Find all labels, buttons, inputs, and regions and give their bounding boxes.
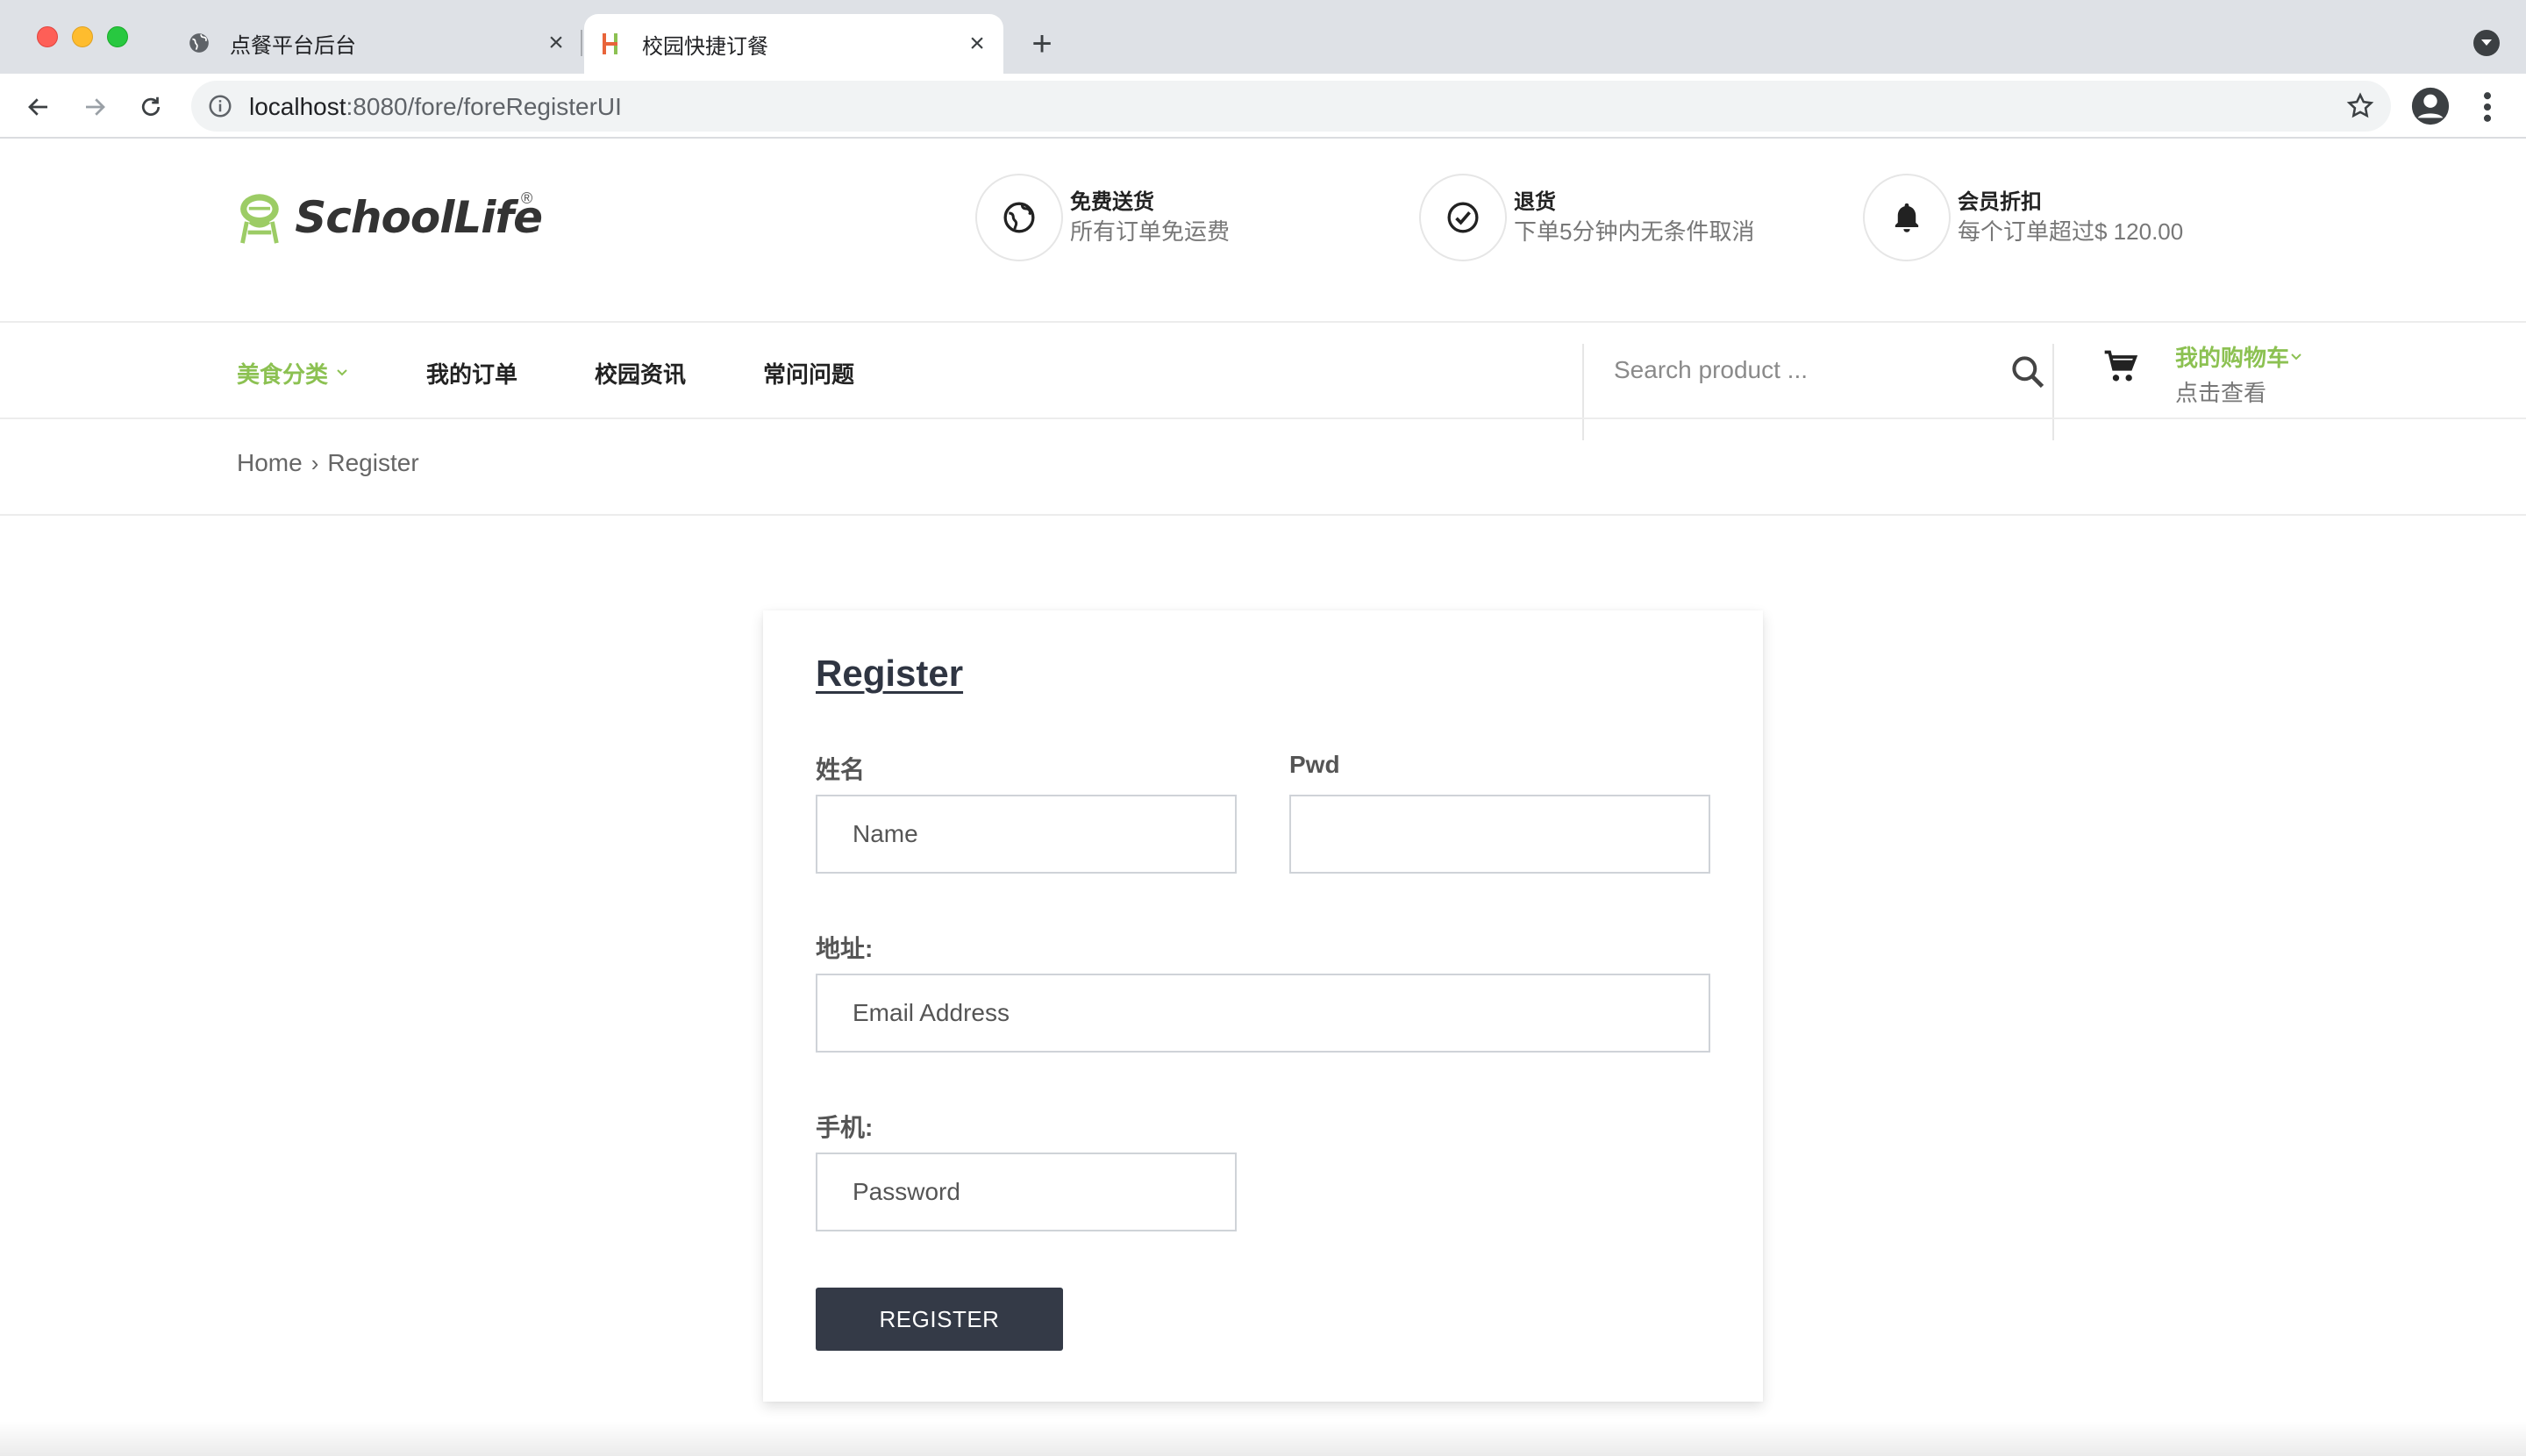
info-icon[interactable]	[207, 93, 233, 119]
address-field[interactable]	[816, 974, 1710, 1053]
url-path: :8080/fore/foreRegisterUI	[346, 93, 622, 120]
feature-desc: 下单5分钟内无条件取消	[1514, 218, 1755, 245]
feature-icon-circle	[1419, 174, 1507, 261]
feature-returns: 退货 下单5分钟内无条件取消	[1419, 172, 1754, 263]
bookmark-star-icon[interactable]	[2345, 91, 2375, 121]
reload-icon	[141, 96, 161, 116]
register-button[interactable]: REGISTER	[816, 1288, 1063, 1351]
feature-title: 退货	[1514, 190, 1556, 214]
globe-icon	[1003, 202, 1035, 233]
address-bar[interactable]: localhost:8080/fore/foreRegisterUI	[191, 81, 2391, 132]
more-menu-icon[interactable]	[2472, 88, 2503, 126]
minimize-window-button[interactable]	[72, 26, 93, 47]
nav-item-faq[interactable]: 常问问题	[763, 357, 854, 389]
browser-chrome: 点餐平台后台 × 校园快捷订餐 × + localhost:8080/fore/…	[0, 0, 2526, 139]
chevron-down-icon	[2291, 353, 2301, 360]
register-title: Register	[816, 653, 964, 694]
feature-title: 免费送货	[1070, 190, 1154, 214]
feature-icon-circle	[1863, 174, 1951, 261]
profile-avatar-icon[interactable]	[2410, 86, 2451, 126]
tab-title: 点餐平台后台	[230, 33, 356, 58]
back-button[interactable]	[19, 88, 58, 126]
pwd-label: Pwd	[1289, 751, 1340, 778]
reload-button[interactable]	[132, 88, 170, 126]
bell-icon	[1894, 203, 1919, 232]
breadcrumb-home[interactable]: Home	[237, 449, 303, 477]
check-circle-icon	[1447, 202, 1479, 233]
search-icon[interactable]	[2009, 353, 2047, 391]
feature-icon-circle	[975, 174, 1063, 261]
search-input[interactable]	[1614, 346, 1982, 395]
close-window-button[interactable]	[37, 26, 58, 47]
new-tab-button[interactable]: +	[1024, 25, 1060, 63]
nav-item-campus-news[interactable]: 校园资讯	[595, 357, 686, 389]
name-label: 姓名	[816, 756, 866, 783]
web-page: SchoolLife ® 免费送货 所有订单免运费 退货 下单5分钟内无条件取消…	[0, 139, 2526, 1456]
breadcrumb-divider	[0, 514, 2526, 516]
address-label: 地址:	[816, 935, 874, 962]
chevron-right-icon: ›	[310, 449, 319, 476]
arrow-left-icon	[28, 98, 47, 116]
close-tab-icon[interactable]: ×	[963, 29, 991, 58]
cart-link[interactable]: 我的购物车	[2175, 340, 2303, 373]
site-favicon-icon	[598, 31, 624, 57]
arrow-right-icon	[86, 98, 105, 116]
browser-tab-admin[interactable]: 点餐平台后台 ×	[172, 14, 582, 72]
forward-button[interactable]	[75, 88, 114, 126]
register-card: Register 姓名 Pwd 地址: 手机: REGISTER	[763, 610, 1763, 1402]
nav-item-my-orders[interactable]: 我的订单	[426, 357, 517, 389]
breadcrumb: Home › Register	[237, 449, 419, 477]
logo-mascot-icon	[240, 194, 279, 244]
cart-icon[interactable]	[2101, 347, 2140, 386]
pwd-field[interactable]	[1289, 795, 1710, 874]
url-text: localhost:8080/fore/foreRegisterUI	[249, 93, 622, 121]
divider	[1582, 344, 1584, 440]
cart-title: 我的购物车	[2175, 345, 2290, 371]
main-nav: 美食分类 我的订单 校园资讯 常问问题	[237, 351, 931, 395]
feature-member-discount: 会员折扣 每个订单超过$ 120.00	[1863, 172, 2183, 263]
chevron-down-icon	[337, 369, 347, 376]
breadcrumb-current: Register	[327, 449, 419, 476]
phone-label: 手机:	[816, 1114, 874, 1141]
close-tab-icon[interactable]: ×	[542, 28, 570, 57]
feature-title: 会员折扣	[1958, 190, 2042, 214]
nav-divider	[0, 418, 2526, 419]
tab-search-button[interactable]	[2473, 30, 2500, 56]
header-divider	[0, 321, 2526, 323]
phone-field[interactable]	[816, 1153, 1237, 1231]
nav-item-food-categories[interactable]: 美食分类	[237, 357, 349, 389]
globe-icon	[186, 30, 212, 56]
logo-text: SchoolLife	[295, 192, 543, 243]
url-host: localhost	[249, 93, 346, 120]
name-field[interactable]	[816, 795, 1237, 874]
cart-subtitle[interactable]: 点击查看	[2175, 375, 2266, 408]
browser-tab-ordering[interactable]: 校园快捷订餐 ×	[584, 14, 1003, 74]
feature-desc: 所有订单免运费	[1070, 218, 1231, 245]
feature-free-delivery: 免费送货 所有订单免运费	[975, 172, 1230, 263]
tab-title: 校园快捷订餐	[642, 34, 768, 59]
page-bottom-shadow	[0, 1421, 2526, 1456]
site-logo[interactable]: SchoolLife ®	[235, 172, 543, 263]
chevron-down-icon	[2481, 39, 2492, 46]
nav-label: 美食分类	[237, 360, 329, 388]
registered-mark: ®	[521, 189, 533, 207]
divider	[2052, 344, 2054, 440]
maximize-window-button[interactable]	[107, 26, 128, 47]
feature-desc: 每个订单超过$ 120.00	[1958, 218, 2184, 245]
browser-toolbar: localhost:8080/fore/foreRegisterUI	[0, 74, 2526, 139]
tab-separator	[581, 30, 582, 56]
